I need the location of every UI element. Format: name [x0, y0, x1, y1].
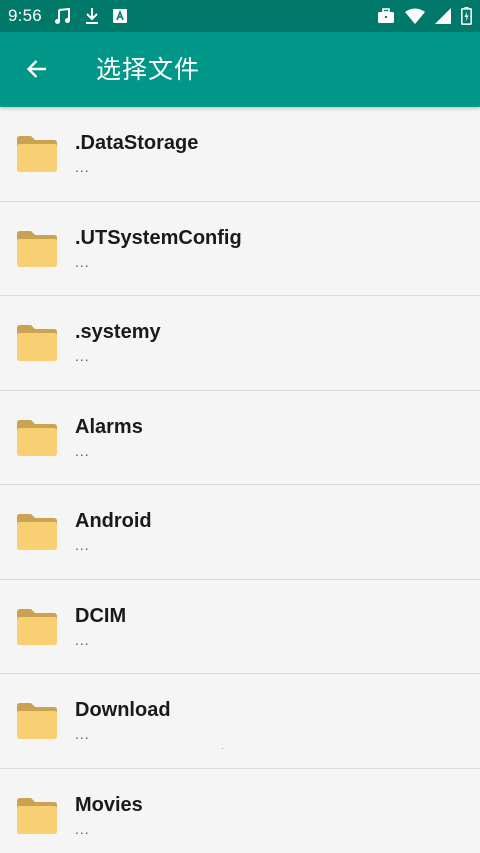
file-name: Android [75, 510, 152, 532]
briefcase-icon [377, 8, 395, 24]
file-list-item[interactable]: Android ... [0, 485, 480, 580]
file-subtitle: ... [75, 159, 90, 175]
divider-speck [222, 748, 223, 749]
file-name: Alarms [75, 415, 143, 438]
file-subtitle: ... [75, 820, 90, 837]
file-list-item[interactable]: .UTSystemConfig ... [0, 202, 480, 296]
file-name: Download [75, 699, 171, 721]
file-name: .DataStorage [75, 132, 199, 154]
status-bar: 9:56 [0, 0, 480, 32]
accessibility-a-icon [112, 8, 128, 24]
folder-icon [16, 795, 58, 835]
file-list-item[interactable]: .DataStorage ... [0, 107, 480, 202]
file-subtitle: ... [75, 537, 90, 553]
folder-icon [16, 417, 58, 457]
music-note-icon [54, 7, 72, 25]
folder-icon [16, 606, 58, 646]
folder-icon [16, 322, 58, 362]
battery-icon [461, 7, 472, 25]
folder-icon [16, 133, 58, 173]
file-subtitle: ... [75, 726, 90, 742]
app-bar: 选择文件 [0, 32, 480, 107]
file-name: DCIM [75, 604, 127, 627]
download-icon [84, 7, 100, 25]
file-list-item[interactable]: .systemy ... [0, 296, 480, 391]
file-list-item[interactable]: Alarms ... [0, 391, 480, 485]
page-title: 选择文件 [96, 55, 201, 84]
status-time: 9:56 [8, 6, 42, 25]
folder-icon [16, 511, 58, 551]
signal-icon [435, 8, 451, 24]
file-name: .systemy [75, 321, 161, 343]
file-subtitle: ... [75, 442, 90, 459]
file-list-item[interactable]: Download ... [0, 674, 480, 769]
file-list-item[interactable]: DCIM ... [0, 580, 480, 674]
file-name: Movies [75, 793, 143, 816]
file-list-item[interactable]: Movies ... [0, 769, 480, 853]
file-subtitle: ... [75, 631, 90, 648]
arrow-back-icon [25, 57, 49, 81]
file-list: .DataStorage ... .UTSystemConfig ... .sy… [0, 107, 480, 853]
back-button[interactable] [14, 46, 60, 92]
wifi-icon [405, 8, 425, 24]
notification-icons [54, 7, 128, 25]
system-icons [377, 0, 472, 32]
file-name: .UTSystemConfig [75, 226, 242, 249]
folder-icon [16, 700, 58, 740]
folder-icon [16, 228, 58, 268]
file-subtitle: ... [75, 348, 90, 364]
file-subtitle: ... [75, 253, 90, 270]
